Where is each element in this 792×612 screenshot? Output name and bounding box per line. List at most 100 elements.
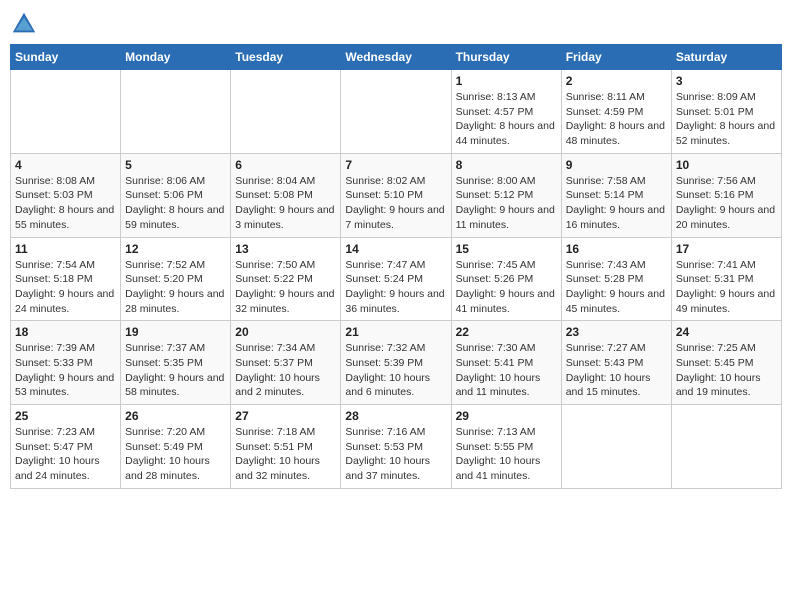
day-info: Sunrise: 7:30 AMSunset: 5:41 PMDaylight:… xyxy=(456,341,557,400)
day-cell: 25 Sunrise: 7:23 AMSunset: 5:47 PMDayligh… xyxy=(11,405,121,489)
day-number: 3 xyxy=(676,74,777,88)
header-sunday: Sunday xyxy=(11,45,121,70)
day-info: Sunrise: 7:54 AMSunset: 5:18 PMDaylight:… xyxy=(15,258,116,317)
day-cell: 8 Sunrise: 8:00 AMSunset: 5:12 PMDaylight… xyxy=(451,153,561,237)
day-info: Sunrise: 7:50 AMSunset: 5:22 PMDaylight:… xyxy=(235,258,336,317)
week-row-1: 1 Sunrise: 8:13 AMSunset: 4:57 PMDaylight… xyxy=(11,70,782,154)
day-number: 10 xyxy=(676,158,777,172)
day-cell: 17 Sunrise: 7:41 AMSunset: 5:31 PMDayligh… xyxy=(671,237,781,321)
day-info: Sunrise: 8:02 AMSunset: 5:10 PMDaylight:… xyxy=(345,174,446,233)
day-number: 17 xyxy=(676,242,777,256)
day-cell: 1 Sunrise: 8:13 AMSunset: 4:57 PMDaylight… xyxy=(451,70,561,154)
day-number: 14 xyxy=(345,242,446,256)
day-cell: 18 Sunrise: 7:39 AMSunset: 5:33 PMDayligh… xyxy=(11,321,121,405)
header-row: SundayMondayTuesdayWednesdayThursdayFrid… xyxy=(11,45,782,70)
day-cell xyxy=(341,70,451,154)
header-tuesday: Tuesday xyxy=(231,45,341,70)
day-number: 21 xyxy=(345,325,446,339)
calendar-header: SundayMondayTuesdayWednesdayThursdayFrid… xyxy=(11,45,782,70)
day-info: Sunrise: 7:34 AMSunset: 5:37 PMDaylight:… xyxy=(235,341,336,400)
day-info: Sunrise: 8:11 AMSunset: 4:59 PMDaylight:… xyxy=(566,90,667,149)
day-number: 20 xyxy=(235,325,336,339)
day-number: 15 xyxy=(456,242,557,256)
day-number: 19 xyxy=(125,325,226,339)
day-info: Sunrise: 7:45 AMSunset: 5:26 PMDaylight:… xyxy=(456,258,557,317)
day-info: Sunrise: 7:20 AMSunset: 5:49 PMDaylight:… xyxy=(125,425,226,484)
day-info: Sunrise: 8:06 AMSunset: 5:06 PMDaylight:… xyxy=(125,174,226,233)
day-cell: 27 Sunrise: 7:18 AMSunset: 5:51 PMDayligh… xyxy=(231,405,341,489)
day-cell: 23 Sunrise: 7:27 AMSunset: 5:43 PMDayligh… xyxy=(561,321,671,405)
calendar-table: SundayMondayTuesdayWednesdayThursdayFrid… xyxy=(10,44,782,489)
day-number: 8 xyxy=(456,158,557,172)
day-cell xyxy=(11,70,121,154)
logo-icon xyxy=(10,10,38,38)
day-cell: 14 Sunrise: 7:47 AMSunset: 5:24 PMDayligh… xyxy=(341,237,451,321)
day-number: 1 xyxy=(456,74,557,88)
day-number: 4 xyxy=(15,158,116,172)
week-row-3: 11 Sunrise: 7:54 AMSunset: 5:18 PMDayligh… xyxy=(11,237,782,321)
day-cell: 22 Sunrise: 7:30 AMSunset: 5:41 PMDayligh… xyxy=(451,321,561,405)
week-row-2: 4 Sunrise: 8:08 AMSunset: 5:03 PMDaylight… xyxy=(11,153,782,237)
day-number: 6 xyxy=(235,158,336,172)
day-cell: 24 Sunrise: 7:25 AMSunset: 5:45 PMDayligh… xyxy=(671,321,781,405)
logo xyxy=(10,10,42,38)
day-info: Sunrise: 7:39 AMSunset: 5:33 PMDaylight:… xyxy=(15,341,116,400)
day-info: Sunrise: 7:47 AMSunset: 5:24 PMDaylight:… xyxy=(345,258,446,317)
day-info: Sunrise: 8:09 AMSunset: 5:01 PMDaylight:… xyxy=(676,90,777,149)
day-info: Sunrise: 7:25 AMSunset: 5:45 PMDaylight:… xyxy=(676,341,777,400)
day-cell xyxy=(121,70,231,154)
day-info: Sunrise: 7:27 AMSunset: 5:43 PMDaylight:… xyxy=(566,341,667,400)
day-cell: 3 Sunrise: 8:09 AMSunset: 5:01 PMDaylight… xyxy=(671,70,781,154)
header-saturday: Saturday xyxy=(671,45,781,70)
day-info: Sunrise: 7:32 AMSunset: 5:39 PMDaylight:… xyxy=(345,341,446,400)
day-cell: 12 Sunrise: 7:52 AMSunset: 5:20 PMDayligh… xyxy=(121,237,231,321)
day-cell: 10 Sunrise: 7:56 AMSunset: 5:16 PMDayligh… xyxy=(671,153,781,237)
day-info: Sunrise: 7:18 AMSunset: 5:51 PMDaylight:… xyxy=(235,425,336,484)
day-info: Sunrise: 7:13 AMSunset: 5:55 PMDaylight:… xyxy=(456,425,557,484)
day-number: 27 xyxy=(235,409,336,423)
header-wednesday: Wednesday xyxy=(341,45,451,70)
day-number: 29 xyxy=(456,409,557,423)
day-cell xyxy=(231,70,341,154)
day-number: 26 xyxy=(125,409,226,423)
day-cell: 19 Sunrise: 7:37 AMSunset: 5:35 PMDayligh… xyxy=(121,321,231,405)
day-cell: 13 Sunrise: 7:50 AMSunset: 5:22 PMDayligh… xyxy=(231,237,341,321)
day-cell: 26 Sunrise: 7:20 AMSunset: 5:49 PMDayligh… xyxy=(121,405,231,489)
day-cell: 4 Sunrise: 8:08 AMSunset: 5:03 PMDaylight… xyxy=(11,153,121,237)
day-info: Sunrise: 8:04 AMSunset: 5:08 PMDaylight:… xyxy=(235,174,336,233)
week-row-4: 18 Sunrise: 7:39 AMSunset: 5:33 PMDayligh… xyxy=(11,321,782,405)
day-number: 24 xyxy=(676,325,777,339)
day-cell: 21 Sunrise: 7:32 AMSunset: 5:39 PMDayligh… xyxy=(341,321,451,405)
day-number: 23 xyxy=(566,325,667,339)
day-info: Sunrise: 7:23 AMSunset: 5:47 PMDaylight:… xyxy=(15,425,116,484)
day-cell: 2 Sunrise: 8:11 AMSunset: 4:59 PMDaylight… xyxy=(561,70,671,154)
day-info: Sunrise: 7:52 AMSunset: 5:20 PMDaylight:… xyxy=(125,258,226,317)
day-number: 25 xyxy=(15,409,116,423)
day-number: 12 xyxy=(125,242,226,256)
day-info: Sunrise: 8:00 AMSunset: 5:12 PMDaylight:… xyxy=(456,174,557,233)
day-number: 22 xyxy=(456,325,557,339)
day-cell xyxy=(671,405,781,489)
day-info: Sunrise: 7:56 AMSunset: 5:16 PMDaylight:… xyxy=(676,174,777,233)
day-info: Sunrise: 7:43 AMSunset: 5:28 PMDaylight:… xyxy=(566,258,667,317)
day-info: Sunrise: 8:08 AMSunset: 5:03 PMDaylight:… xyxy=(15,174,116,233)
day-number: 5 xyxy=(125,158,226,172)
day-cell xyxy=(561,405,671,489)
day-cell: 6 Sunrise: 8:04 AMSunset: 5:08 PMDaylight… xyxy=(231,153,341,237)
day-number: 18 xyxy=(15,325,116,339)
day-info: Sunrise: 7:16 AMSunset: 5:53 PMDaylight:… xyxy=(345,425,446,484)
day-number: 28 xyxy=(345,409,446,423)
header-friday: Friday xyxy=(561,45,671,70)
day-number: 9 xyxy=(566,158,667,172)
day-cell: 20 Sunrise: 7:34 AMSunset: 5:37 PMDayligh… xyxy=(231,321,341,405)
header-thursday: Thursday xyxy=(451,45,561,70)
day-info: Sunrise: 8:13 AMSunset: 4:57 PMDaylight:… xyxy=(456,90,557,149)
day-cell: 5 Sunrise: 8:06 AMSunset: 5:06 PMDaylight… xyxy=(121,153,231,237)
day-info: Sunrise: 7:37 AMSunset: 5:35 PMDaylight:… xyxy=(125,341,226,400)
day-info: Sunrise: 7:41 AMSunset: 5:31 PMDaylight:… xyxy=(676,258,777,317)
page-header xyxy=(10,10,782,38)
day-number: 11 xyxy=(15,242,116,256)
day-number: 2 xyxy=(566,74,667,88)
week-row-5: 25 Sunrise: 7:23 AMSunset: 5:47 PMDayligh… xyxy=(11,405,782,489)
day-number: 13 xyxy=(235,242,336,256)
